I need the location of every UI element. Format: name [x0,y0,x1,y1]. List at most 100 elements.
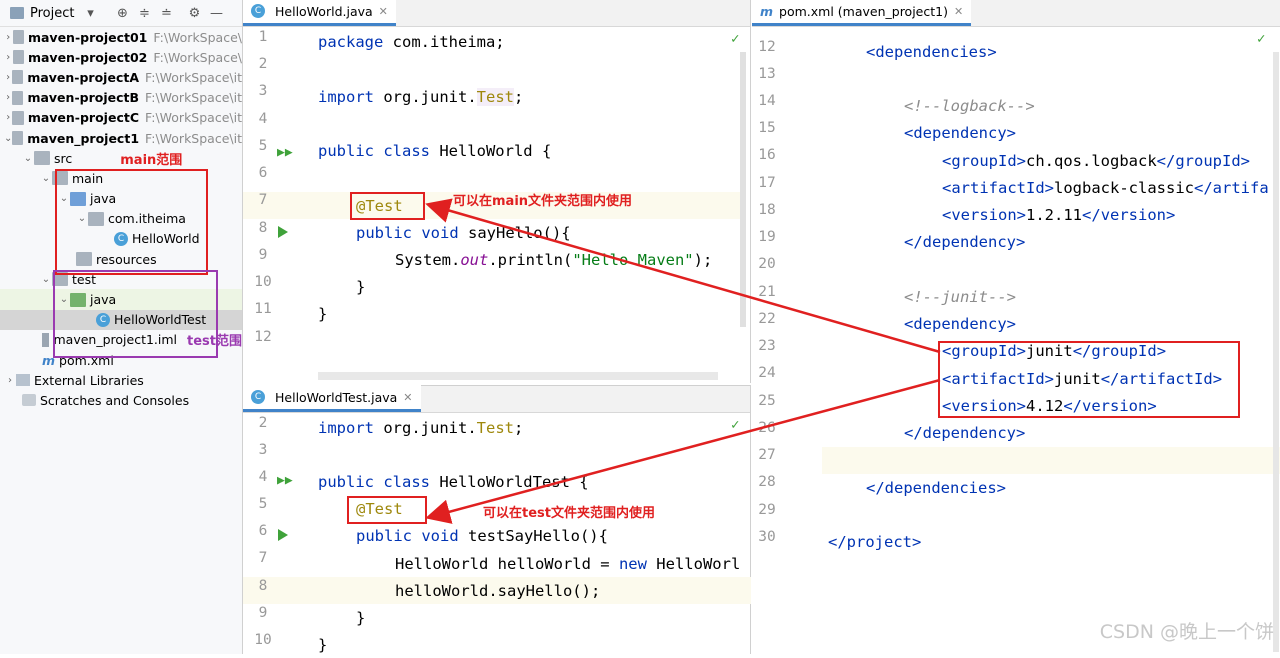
iml-file-icon [42,332,50,347]
chevron-right-icon[interactable]: › [4,92,12,103]
chevron-right-icon[interactable]: › [4,375,16,386]
line-number: 9 [258,247,268,263]
project-tree: › maven-project01 F:\WorkSpace\ › maven-pro… [0,27,242,411]
code-area[interactable]: ✓ 1 2 3 4 5 6 7 8 9 10 11 12 ▶▶ package … [243,27,750,383]
project-title[interactable]: Project [30,6,74,21]
run-class-icon[interactable]: ▶▶ [277,145,293,160]
watermark: CSDN @晚上一个饼 [1099,621,1274,643]
line-number: 19 [758,229,776,245]
project-view-icon[interactable] [10,7,24,19]
line-number: 7 [258,550,268,566]
xml-line-30: </project> [828,532,922,551]
project-panel: Project ▾ ⊕ ≑ ≐ ⚙ — › maven-project01 F:\W… [0,0,243,654]
gear-icon[interactable]: ⚙ [186,5,202,21]
run-method-icon[interactable] [278,226,288,238]
test-annotation-box [350,192,425,220]
chevron-down-icon[interactable]: ⌄ [40,173,52,184]
locate-icon[interactable]: ⊕ [114,5,130,21]
xml-line-22: <dependency> [904,314,1017,333]
collapse-all-icon[interactable]: ≐ [158,5,174,21]
expand-all-icon[interactable]: ≑ [136,5,152,21]
chevron-right-icon[interactable]: › [4,72,12,83]
chevron-down-icon[interactable]: ▾ [82,5,98,21]
module-folder-icon [12,110,24,125]
line-number: 16 [758,147,776,163]
line-number: 8 [258,578,268,594]
line-number: 3 [258,83,268,99]
close-icon[interactable]: ✕ [379,5,388,18]
tab-helloworld-java[interactable]: C HelloWorld.java ✕ [243,0,396,26]
main-usage-annotation: 可以在main文件夹范围内使用 [453,194,633,209]
tab-helloworldtest-java[interactable]: C HelloWorldTest.java ✕ [243,385,421,412]
chevron-right-icon[interactable]: › [4,112,12,123]
line-number: 28 [758,474,776,490]
line-number: 30 [758,529,776,545]
tree-item-scratches[interactable]: Scratches and Consoles [0,390,242,410]
java-class-icon: C [251,4,265,18]
editor-tabbar: m pom.xml (maven_project1) ✕ [752,0,1280,27]
chevron-down-icon[interactable]: ⌄ [4,133,12,144]
junit-dependency-box [938,341,1240,418]
line-number: 29 [758,502,776,518]
check-icon: ✓ [1257,31,1266,47]
horizontal-scrollbar[interactable] [318,372,718,380]
code-line-8: public void sayHello(){ [356,223,571,242]
close-icon[interactable]: ✕ [403,391,412,404]
test-scope-box [53,270,218,358]
hide-icon[interactable]: — [208,5,224,21]
xml-line-18: <version> 1.2.11 </version> [942,205,1176,224]
code-line-6: public void testSayHello(){ [356,526,608,545]
chevron-down-icon[interactable]: ⌄ [40,274,52,285]
line-number: 1 [258,29,268,45]
check-icon: ✓ [731,417,740,433]
line-number: 10 [254,274,272,290]
tree-item-maven-projectC[interactable]: › maven-projectC F:\WorkSpace\it [0,108,242,128]
folder-icon [34,151,50,166]
line-number: 9 [258,605,268,621]
line-number: 5 [258,496,268,512]
tree-item-maven-projectA[interactable]: › maven-projectA F:\WorkSpace\it [0,67,242,87]
chevron-right-icon[interactable]: › [4,32,13,43]
line-number: 15 [758,120,776,136]
code-line-4: public class HelloWorldTest { [318,472,589,491]
line-number: 14 [758,93,776,109]
test-usage-annotation: 可以在test文件夹范围内使用 [483,506,655,521]
code-area[interactable]: ✓ 12 13 14 15 16 17 18 19 20 21 22 23 24… [752,27,1280,654]
run-method-icon[interactable] [278,529,288,541]
chevron-right-icon[interactable]: › [4,52,13,63]
tree-item-maven-project02[interactable]: › maven-project02 F:\WorkSpace\ [0,47,242,67]
line-number: 8 [258,220,268,236]
tab-pom-xml[interactable]: m pom.xml (maven_project1) ✕ [752,0,972,26]
close-icon[interactable]: ✕ [954,5,963,18]
line-number: 10 [254,632,272,648]
editor-pom: m pom.xml (maven_project1) ✕ ✓ 12 13 14 15… [752,0,1280,654]
xml-line-17: <artifactId> logback-classic </artifa [942,178,1269,197]
code-area[interactable]: ✓ 2 3 4 5 6 7 8 9 10 ▶▶ import org.junit… [243,413,751,655]
tree-item-maven-project01[interactable]: › maven-project01 F:\WorkSpace\ [0,27,242,47]
module-folder-icon [12,131,24,146]
tree-item-maven-project1[interactable]: ⌄ maven_project1 F:\WorkSpace\it [0,128,242,148]
module-folder-icon [12,70,24,85]
line-number: 12 [254,329,272,345]
main-scope-box [55,169,208,275]
line-number: 13 [758,66,776,82]
code-line-8: helloWorld.sayHello(); [395,581,601,600]
scratches-icon [22,394,36,407]
line-number: 6 [258,523,268,539]
tree-item-src[interactable]: ⌄ src main范围 [0,148,242,168]
line-number: 17 [758,175,776,191]
editor-tabbar: C HelloWorldTest.java ✕ [243,385,750,413]
code-line-1: package com.itheima; [318,32,505,51]
xml-line-16: <groupId> ch.qos.logback </groupId> [942,151,1251,170]
tree-item-maven-projectB[interactable]: › maven-projectB F:\WorkSpace\it [0,88,242,108]
maven-icon: m [760,3,774,19]
scrollbar[interactable] [1273,52,1279,652]
code-line-9: System. out .println("Hello Maven"); [395,250,713,269]
chevron-down-icon[interactable]: ⌄ [22,153,34,164]
scrollbar[interactable] [740,52,746,327]
code-line-2: import org.junit. Test; [318,418,524,437]
xml-line-12: <dependencies> [866,42,997,61]
line-number: 12 [758,39,776,55]
tree-item-external-libraries[interactable]: › External Libraries [0,370,242,390]
run-class-icon[interactable]: ▶▶ [277,473,293,488]
